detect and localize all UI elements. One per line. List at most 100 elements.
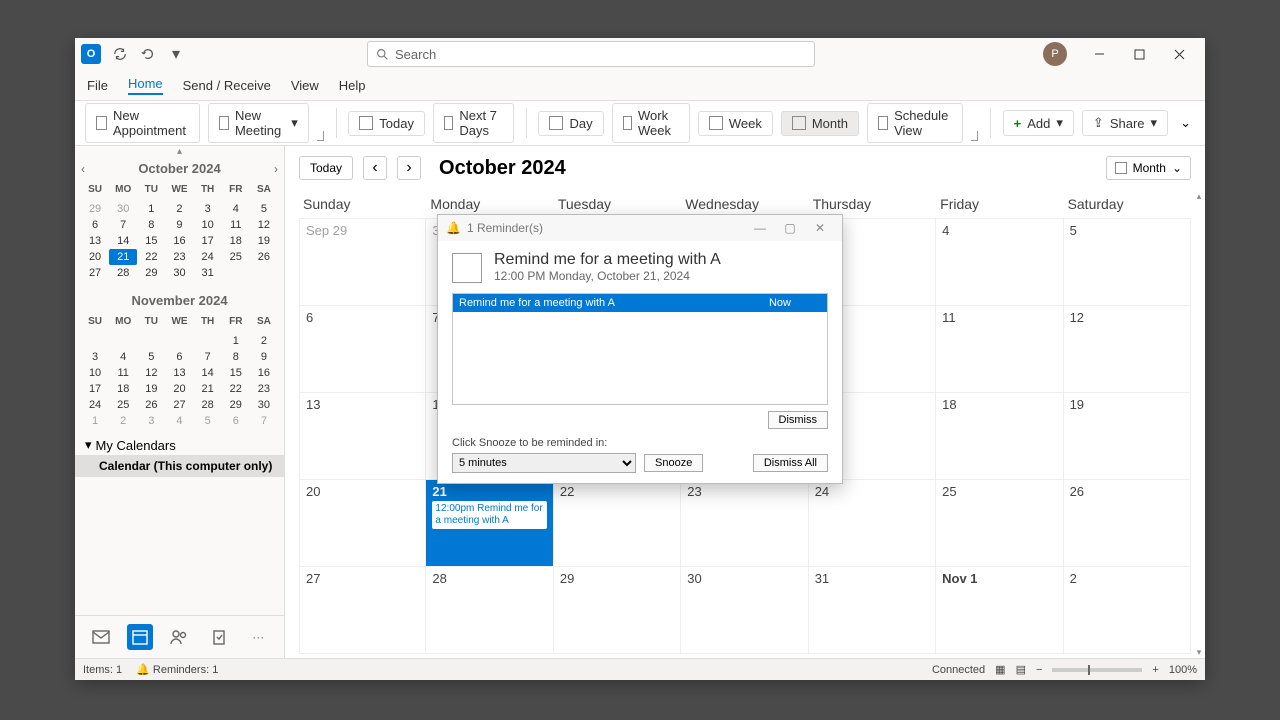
minical-day[interactable]: 7 xyxy=(250,413,278,429)
minical-day[interactable]: 30 xyxy=(109,201,137,217)
calendar-cell[interactable]: 28 xyxy=(426,567,553,653)
zoom-slider[interactable] xyxy=(1052,668,1142,672)
minical-day[interactable]: 15 xyxy=(137,233,165,249)
view-selector[interactable]: Month⌄ xyxy=(1106,156,1191,180)
minical-day[interactable]: 3 xyxy=(194,201,222,217)
calendar-cell[interactable]: 25 xyxy=(936,480,1063,566)
minical-day[interactable]: 25 xyxy=(109,397,137,413)
minical-day[interactable]: 26 xyxy=(137,397,165,413)
calendar-cell[interactable]: 20 xyxy=(299,480,426,566)
minical-day[interactable]: 22 xyxy=(137,249,165,265)
minical-day[interactable]: 3 xyxy=(81,349,109,365)
reminder-list[interactable]: Remind me for a meeting with A Now xyxy=(452,293,828,405)
minical-day[interactable] xyxy=(109,333,137,349)
scrollbar[interactable]: ▴ ▾ xyxy=(1193,190,1205,658)
minical-day[interactable]: 17 xyxy=(194,233,222,249)
minical-day[interactable]: 2 xyxy=(165,201,193,217)
minical-day[interactable]: 1 xyxy=(222,333,250,349)
snooze-select[interactable]: 5 minutes xyxy=(452,453,636,473)
calendar-cell[interactable]: 22 xyxy=(554,480,681,566)
week-view-button[interactable]: Week xyxy=(698,111,773,136)
minical-day[interactable]: 6 xyxy=(81,217,109,233)
minical-day[interactable]: 28 xyxy=(109,265,137,281)
calendar-cell[interactable]: 29 xyxy=(554,567,681,653)
dialog-maximize-button[interactable]: ▢ xyxy=(776,218,804,238)
today-button[interactable]: Today xyxy=(348,111,425,136)
calendar-cell[interactable]: 19 xyxy=(1064,393,1191,479)
group-expand-icon[interactable] xyxy=(317,131,324,141)
minical-day[interactable]: 6 xyxy=(222,413,250,429)
scroll-down-icon[interactable]: ▾ xyxy=(1193,646,1205,658)
calendar-cell[interactable]: 18 xyxy=(936,393,1063,479)
maximize-button[interactable] xyxy=(1119,40,1159,68)
qat-dropdown-icon[interactable]: ▾ xyxy=(165,43,187,65)
minical-day[interactable]: 10 xyxy=(194,217,222,233)
menu-sendreceive[interactable]: Send / Receive xyxy=(183,78,271,93)
minical-prev-icon[interactable]: ‹ xyxy=(81,162,85,176)
minical-day[interactable]: 30 xyxy=(250,397,278,413)
zoom-in-icon[interactable]: + xyxy=(1152,664,1158,676)
minimize-button[interactable] xyxy=(1079,40,1119,68)
minical-day[interactable]: 25 xyxy=(222,249,250,265)
calendar-cell[interactable]: 6 xyxy=(299,306,426,392)
snooze-button[interactable]: Snooze xyxy=(644,454,703,472)
calendar-item[interactable]: Calendar (This computer only) xyxy=(75,455,284,477)
minical-day[interactable]: 20 xyxy=(81,249,109,265)
dismiss-button[interactable]: Dismiss xyxy=(768,411,829,429)
dismiss-all-button[interactable]: Dismiss All xyxy=(753,454,828,472)
minical-scroll-up-icon[interactable]: ▴ xyxy=(75,146,284,157)
group-expand-icon[interactable] xyxy=(971,131,978,141)
calendar-cell[interactable]: 2112:00pm Remind me for a meeting with A xyxy=(426,480,553,566)
menu-view[interactable]: View xyxy=(291,78,319,93)
calendar-cell[interactable]: 24 xyxy=(809,480,936,566)
minical-day[interactable]: 27 xyxy=(81,265,109,281)
schedule-view-button[interactable]: Schedule View xyxy=(867,103,963,143)
menu-help[interactable]: Help xyxy=(339,78,366,93)
minical-day[interactable]: 9 xyxy=(165,217,193,233)
sync-icon[interactable] xyxy=(109,43,131,65)
minical-day[interactable]: 18 xyxy=(109,381,137,397)
minical-day[interactable]: 24 xyxy=(194,249,222,265)
minical-day[interactable] xyxy=(81,333,109,349)
calendar-cell[interactable]: 31 xyxy=(809,567,936,653)
minical-day[interactable]: 29 xyxy=(81,201,109,217)
minical-day[interactable]: 16 xyxy=(250,365,278,381)
minical-day[interactable]: 5 xyxy=(250,201,278,217)
minical-day[interactable]: 24 xyxy=(81,397,109,413)
minical-day[interactable]: 23 xyxy=(250,381,278,397)
calendar-cell[interactable]: 2 xyxy=(1064,567,1191,653)
minical-day[interactable]: 31 xyxy=(194,265,222,281)
calendar-cell[interactable]: 30 xyxy=(681,567,808,653)
minical-day[interactable]: 14 xyxy=(194,365,222,381)
mail-icon[interactable] xyxy=(88,624,114,650)
minical-day[interactable]: 5 xyxy=(194,413,222,429)
minical-day[interactable]: 13 xyxy=(165,365,193,381)
minical-day[interactable] xyxy=(194,333,222,349)
minical-day[interactable]: 2 xyxy=(109,413,137,429)
minical-day[interactable]: 20 xyxy=(165,381,193,397)
calendar-cell[interactable]: 13 xyxy=(299,393,426,479)
undo-icon[interactable] xyxy=(137,43,159,65)
calendar-cell[interactable]: 11 xyxy=(936,306,1063,392)
my-calendars-header[interactable]: ▾My Calendars xyxy=(75,431,284,455)
new-appointment-button[interactable]: New Appointment xyxy=(85,103,200,143)
minical-day[interactable]: 19 xyxy=(250,233,278,249)
calendar-cell[interactable]: 12 xyxy=(1064,306,1191,392)
minical-day[interactable]: 1 xyxy=(81,413,109,429)
zoom-out-icon[interactable]: − xyxy=(1036,664,1042,676)
new-meeting-button[interactable]: New Meeting▾ xyxy=(208,103,309,143)
calendar-cell[interactable]: 4 xyxy=(936,219,1063,305)
next7days-button[interactable]: Next 7 Days xyxy=(433,103,514,143)
minical-day[interactable] xyxy=(165,333,193,349)
minical-day[interactable]: 9 xyxy=(250,349,278,365)
minical-day[interactable]: 11 xyxy=(109,365,137,381)
minical-day[interactable]: 29 xyxy=(222,397,250,413)
search-input[interactable]: Search xyxy=(367,41,815,67)
share-button[interactable]: ⇪Share▾ xyxy=(1082,110,1168,136)
minical-day[interactable]: 10 xyxy=(81,365,109,381)
minical-day[interactable]: 23 xyxy=(165,249,193,265)
minical-day[interactable]: 21 xyxy=(109,249,137,265)
minical-day[interactable]: 21 xyxy=(194,381,222,397)
add-button[interactable]: +Add▾ xyxy=(1003,110,1074,136)
minical-day[interactable]: 8 xyxy=(137,217,165,233)
